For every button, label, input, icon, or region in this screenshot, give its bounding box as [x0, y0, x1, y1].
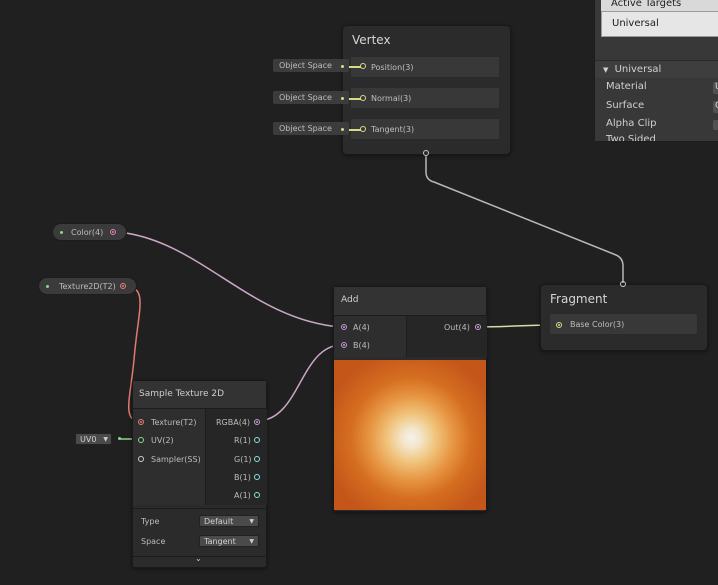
- uv-field-dot: [118, 437, 121, 440]
- vertex-fragment-edge[interactable]: [425, 154, 624, 283]
- sample-a-output-port[interactable]: [254, 492, 260, 498]
- add-input-a-label: A(4): [353, 323, 370, 332]
- add-node-header[interactable]: Add: [334, 287, 486, 316]
- chevron-down-icon: ▼: [249, 518, 254, 525]
- property-row-two-sided: Two Sided: [606, 134, 656, 142]
- chevron-down-icon: ▼: [249, 538, 254, 545]
- universal-section-header[interactable]: ▼ Universal: [595, 60, 718, 78]
- fragment-context-node[interactable]: Fragment Base Color(3): [540, 284, 708, 351]
- add-input-b-port[interactable]: [341, 342, 347, 348]
- sample-b-output-label: B(1): [234, 473, 251, 482]
- add-node[interactable]: Add A(4) B(4) Out(4): [333, 286, 487, 512]
- vertex-tangent-block[interactable]: Tangent(3): [350, 118, 500, 140]
- normal-link: [349, 98, 361, 100]
- sample-rgba-output-port[interactable]: [254, 419, 260, 425]
- material-dropdown[interactable]: U: [713, 82, 718, 94]
- sample-r-output-label: R(1): [234, 436, 251, 445]
- vertex-position-block[interactable]: Position(3): [350, 56, 500, 78]
- chevron-down-icon[interactable]: ⌄: [195, 554, 202, 563]
- color-property-dot: [60, 231, 63, 234]
- sample-texture-input-label: Texture(T2): [151, 418, 197, 427]
- base-color-port[interactable]: [556, 322, 562, 328]
- add-preview-image: [334, 360, 486, 510]
- collapse-preview-toggle[interactable]: ⌄: [133, 554, 266, 567]
- color-property-label: Color(4): [71, 228, 104, 237]
- texture-output-port[interactable]: [120, 283, 126, 289]
- graph-inspector-panel: Active Targets Universal ▼ Universal Mat…: [594, 0, 718, 142]
- property-row-alpha-clip: Alpha Clip: [606, 118, 657, 129]
- position-space-field[interactable]: Object Space: [273, 59, 349, 72]
- sample-a-output-label: A(1): [234, 491, 251, 500]
- property-row-surface: Surface: [606, 100, 645, 111]
- active-targets-header: Active Targets: [601, 0, 718, 11]
- uv-channel-dropdown[interactable]: UV0 ▼: [75, 433, 112, 445]
- sample-texture-input-port[interactable]: [138, 419, 144, 425]
- color-output-port[interactable]: [110, 229, 116, 235]
- space-label: Space: [141, 537, 166, 546]
- add-input-b-label: B(4): [353, 341, 370, 350]
- sample-uv-input-port[interactable]: [138, 437, 144, 443]
- sample-g-output-port[interactable]: [254, 456, 260, 462]
- add-output-port[interactable]: [475, 324, 481, 330]
- active-target-item[interactable]: Universal: [612, 18, 659, 29]
- normal-field-dot: [341, 97, 344, 100]
- type-dropdown[interactable]: Default ▼: [199, 515, 259, 527]
- sample-sampler-input-port[interactable]: [138, 456, 144, 462]
- vertex-context-node[interactable]: Vertex Position(3) Normal(3) Tangent(3): [342, 25, 511, 155]
- chevron-down-icon: ▼: [103, 436, 108, 443]
- vertex-title: Vertex: [352, 33, 391, 47]
- tangent-field-dot: [341, 128, 344, 131]
- sample-rgba-output-label: RGBA(4): [216, 418, 251, 427]
- fragment-base-color-block[interactable]: Base Color(3): [549, 313, 698, 335]
- active-target-list[interactable]: Universal: [601, 11, 718, 37]
- vertex-flow-out-port[interactable]: [423, 150, 429, 156]
- add-output-label: Out(4): [444, 323, 470, 332]
- type-label: Type: [141, 517, 160, 526]
- tangent-link: [349, 129, 361, 131]
- add-input-a-port[interactable]: [341, 324, 347, 330]
- sample-to-add-b-edge[interactable]: [256, 344, 342, 422]
- add-node-title: Add: [341, 295, 359, 305]
- normal-space-field[interactable]: Object Space: [273, 91, 349, 104]
- sample-g-output-label: G(1): [234, 455, 252, 464]
- sample-node-title: Sample Texture 2D: [139, 389, 225, 399]
- sample-texture-2d-node[interactable]: Sample Texture 2D Texture(T2) UV(2) Samp…: [132, 380, 267, 568]
- property-row-material: Material: [606, 81, 647, 92]
- add-inputs-area: [334, 316, 406, 357]
- texture-property-node[interactable]: Texture2D(T2): [38, 277, 137, 295]
- sample-r-output-port[interactable]: [254, 437, 260, 443]
- position-field-dot: [341, 65, 344, 68]
- active-targets-label: Active Targets: [611, 0, 682, 9]
- surface-dropdown[interactable]: O: [713, 101, 718, 113]
- alpha-clip-toggle[interactable]: [713, 120, 718, 130]
- space-dropdown[interactable]: Tangent ▼: [199, 535, 259, 547]
- tangent-space-field[interactable]: Object Space: [273, 122, 349, 135]
- foldout-arrow-icon[interactable]: ▼: [603, 66, 608, 74]
- universal-section-title: Universal: [614, 64, 662, 75]
- fragment-flow-in-port[interactable]: [620, 281, 626, 287]
- color-to-add-a-edge[interactable]: [117, 231, 342, 328]
- position-link: [349, 66, 361, 68]
- fragment-title: Fragment: [550, 292, 608, 306]
- sample-node-header[interactable]: Sample Texture 2D: [133, 381, 266, 409]
- texture-property-label: Texture2D(T2): [59, 282, 116, 291]
- sample-sampler-input-label: Sampler(SS): [151, 455, 201, 464]
- sample-uv-input-label: UV(2): [151, 436, 174, 445]
- color-property-node[interactable]: Color(4): [52, 223, 127, 241]
- texture-property-dot: [46, 285, 49, 288]
- sample-b-output-port[interactable]: [254, 474, 260, 480]
- vertex-normal-block[interactable]: Normal(3): [350, 87, 500, 109]
